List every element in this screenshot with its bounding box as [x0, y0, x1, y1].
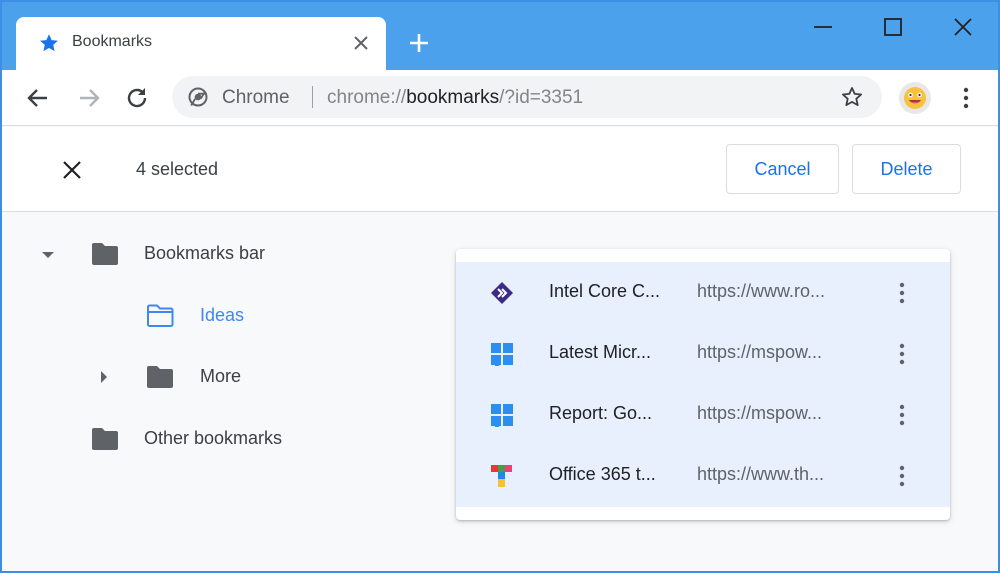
url-text[interactable]: chrome://bookmarks/?id=3351: [327, 87, 583, 109]
folder-icon: [147, 366, 173, 388]
bookmark-row[interactable]: Office 365 t... https://www.th...: [456, 445, 950, 506]
browser-toolbar: Chrome chrome://bookmarks/?id=3351: [2, 70, 998, 126]
maximize-icon[interactable]: [880, 14, 906, 40]
avatar[interactable]: [899, 82, 931, 114]
bookmark-title: Intel Core C...: [549, 281, 661, 301]
more-actions-icon[interactable]: [890, 340, 914, 368]
bookmark-list-card: Intel Core C... https://www.ro... Latest…: [456, 249, 950, 520]
reload-icon[interactable]: [123, 84, 151, 112]
folder-more[interactable]: More: [2, 357, 422, 397]
back-icon[interactable]: [24, 84, 52, 112]
folder-other-bookmarks[interactable]: Other bookmarks: [2, 419, 422, 459]
folder-icon: [92, 428, 118, 450]
windows-logo-icon: [491, 343, 513, 366]
minimize-icon[interactable]: [810, 14, 836, 40]
folder-label: Other bookmarks: [144, 428, 283, 448]
caret-right-icon[interactable]: [97, 370, 111, 384]
tab-title: Bookmarks: [72, 33, 153, 50]
bookmark-url: https://www.ro...: [697, 281, 826, 301]
tab-bookmarks[interactable]: Bookmarks: [16, 17, 386, 70]
bookmark-url: https://www.th...: [697, 464, 825, 484]
bookmark-row[interactable]: Report: Go... https://mspow...: [456, 384, 950, 445]
folder-icon: [92, 243, 118, 265]
url-host: bookmarks: [406, 87, 500, 108]
bookmark-title: Office 365 t...: [549, 464, 656, 484]
bookmark-row[interactable]: Intel Core C... https://www.ro...: [456, 262, 950, 323]
cancel-button[interactable]: Cancel: [726, 144, 839, 194]
delete-button[interactable]: Delete: [852, 144, 961, 194]
forward-icon[interactable]: [75, 84, 103, 112]
folder-label: Ideas: [200, 305, 245, 325]
caret-down-icon[interactable]: [41, 248, 55, 262]
title-bar: Bookmarks: [2, 2, 998, 70]
star-icon: [40, 34, 58, 52]
folder-bookmarks-bar[interactable]: Bookmarks bar: [2, 234, 422, 274]
emoji-avatar-icon: [904, 87, 926, 109]
bookmark-url: https://mspow...: [697, 342, 823, 362]
tab-close-icon[interactable]: [352, 34, 370, 52]
chrome-logo-icon: [188, 87, 208, 107]
bookmark-title: Report: Go...: [549, 403, 653, 423]
address-bar[interactable]: Chrome chrome://bookmarks/?id=3351: [172, 76, 882, 118]
bookmark-list: Intel Core C... https://www.ro... Latest…: [456, 262, 950, 507]
folder-label: Bookmarks bar: [144, 243, 266, 263]
bookmark-star-icon[interactable]: [840, 85, 864, 109]
bookmark-title: Latest Micr...: [549, 342, 652, 362]
new-tab-icon[interactable]: [406, 30, 432, 56]
omnibox-chip-label: Chrome: [222, 87, 290, 108]
selected-count: 4 selected: [136, 159, 219, 179]
chrome-menu-icon[interactable]: [954, 84, 978, 112]
folder-open-icon: [147, 304, 174, 327]
selection-toolbar: 4 selected Cancel Delete: [2, 127, 998, 212]
browser-window: Bookmarks Chrome chrome://bookmarks/?id=…: [0, 0, 1000, 573]
windows-logo-icon: [491, 404, 513, 427]
colorful-t-logo-icon: [491, 465, 512, 487]
url-path: /?id=3351: [499, 87, 584, 108]
omnibox-separator: [312, 86, 313, 108]
url-scheme: chrome://: [327, 87, 407, 108]
bookmark-url: https://mspow...: [697, 403, 823, 423]
more-actions-icon[interactable]: [890, 279, 914, 307]
folder-ideas[interactable]: Ideas: [2, 296, 422, 336]
folder-label: More: [200, 366, 242, 386]
more-actions-icon[interactable]: [890, 462, 914, 490]
clear-selection-icon[interactable]: [60, 158, 84, 182]
close-icon[interactable]: [950, 14, 976, 40]
diamond-logo-icon: [491, 282, 513, 304]
bookmark-row[interactable]: Latest Micr... https://mspow...: [456, 323, 950, 384]
more-actions-icon[interactable]: [890, 401, 914, 429]
